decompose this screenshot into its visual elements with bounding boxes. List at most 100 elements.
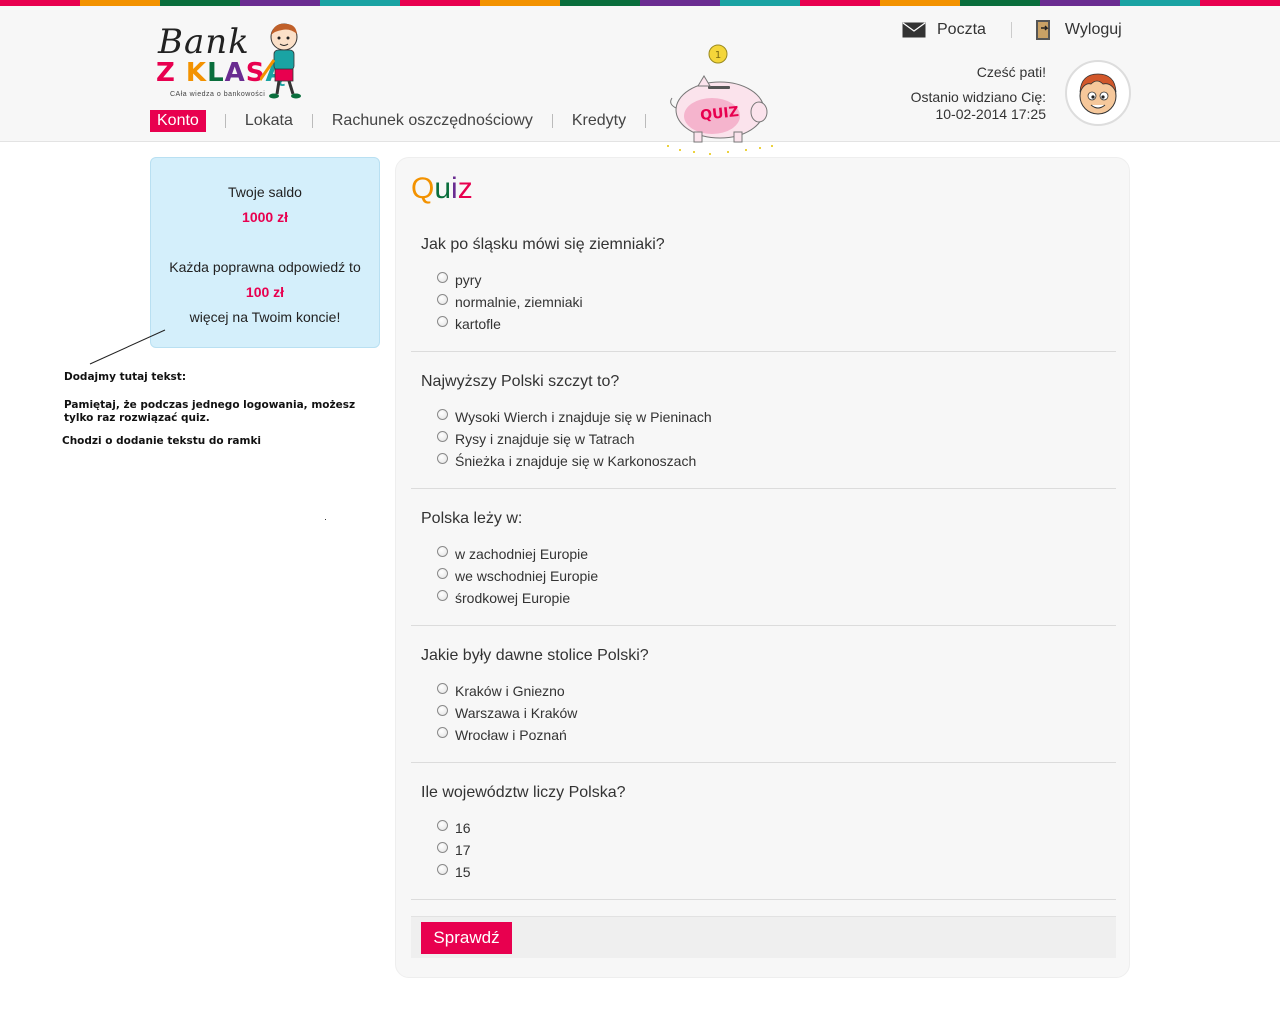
submit-bar: Sprawdź [411,916,1116,958]
nav-separator [645,114,647,128]
top-links: Poczta Wyloguj [902,20,1122,40]
answer-option[interactable]: Rysy i znajduje się w Tatrach [437,430,634,448]
answer-label: Rysy i znajduje się w Tatrach [455,431,635,447]
annotation-line-3: Chodzi o dodanie tekstu do ramki [62,435,262,447]
quiz-title: Quiz [411,172,473,206]
answer-option[interactable]: normalnie, ziemniaki [437,293,583,311]
piggy-bank-quiz-icon[interactable]: 1 QUIZ [660,42,780,158]
door-exit-icon [1035,20,1050,40]
radio-button[interactable] [437,430,448,442]
nav-separator [311,114,313,128]
radio-button[interactable] [437,567,448,579]
top-links-separator [1010,22,1012,38]
radio-button[interactable] [437,841,448,853]
answer-label: środkowej Europie [455,590,571,606]
reward-value: 100 zł [245,284,285,300]
balance-info-box: Twoje saldo 1000 zł Każda poprawna odpow… [150,157,380,348]
logo-bank-text: Bank [158,22,250,62]
nav-item-konto[interactable]: Konto [150,110,206,132]
last-seen-value: 10-02-2014 17:25 [935,106,1046,122]
last-seen-label: Ostanio widziano Cię: [910,89,1046,105]
radio-button[interactable] [437,271,448,283]
logout-link[interactable]: Wyloguj [1034,19,1122,41]
answer-label: Warszawa i Kraków [455,705,578,721]
answer-option[interactable]: 17 [437,841,471,859]
answer-option[interactable]: Wysoki Wierch i znajduje się w Pieninach [437,408,712,426]
answer-option[interactable]: Kraków i Gniezno [437,682,565,700]
annotation-line-1: Dodajmy tutaj tekst: [64,371,187,383]
answer-option[interactable]: Warszawa i Kraków [437,704,577,722]
radio-button[interactable] [437,863,448,875]
nav-item-rachunek[interactable]: Rachunek oszczędnościowy [332,110,533,132]
nav-separator [551,114,553,128]
greeting-text: Cześć pati! [976,64,1046,80]
radio-button[interactable] [437,704,448,716]
answer-option[interactable]: Śnieżka i znajduje się w Karkonoszach [437,452,696,470]
mail-label: Poczta [937,21,986,38]
answer-option[interactable]: pyry [437,271,481,289]
answer-option[interactable]: środkowej Europie [437,589,570,607]
boy-avatar-icon [1079,73,1117,115]
quiz-title-i: i [451,172,458,205]
answer-label: Kraków i Gniezno [455,683,565,699]
answer-option[interactable]: w zachodniej Europie [437,545,588,563]
radio-button[interactable] [437,819,448,831]
radio-button[interactable] [437,315,448,327]
balance-label: Twoje saldo [228,184,302,200]
mail-link[interactable]: Poczta [902,21,986,39]
logo-tagline: CAła wiedza o bankowości [170,91,266,98]
balance-value: 1000 zł [242,209,288,225]
answer-option[interactable]: 16 [437,819,471,837]
logo[interactable]: Bank Z KLASĄ CAła wiedza o bankowości [156,20,308,106]
radio-button[interactable] [437,545,448,557]
radio-button[interactable] [437,726,448,738]
question-text: Jak po śląsku mówi się ziemniaki? [421,236,665,253]
user-greeting: Cześć pati! Ostanio widziano Cię: 10-02-… [911,64,1046,123]
question-4: Jakie były dawne stolice Polski? Kraków … [411,626,1116,763]
main-nav: Konto Lokata Rachunek oszczędnościowy Kr… [150,110,665,132]
radio-button[interactable] [437,682,448,694]
radio-button[interactable] [437,589,448,601]
stray-dot [325,519,326,520]
quiz-title-z: z [457,172,473,205]
boy-mascot-icon [260,23,301,99]
question-5: Ile województw liczy Polska? 16 17 15 [411,763,1116,900]
envelope-icon [902,22,926,38]
logout-label: Wyloguj [1064,21,1122,38]
question-text: Najwyższy Polski szczyt to? [421,373,620,390]
annotation-line-2b: tylko raz rozwiązać quiz. [64,412,210,424]
answer-label: Wysoki Wierch i znajduje się w Pieninach [455,409,712,425]
answer-option[interactable]: we wschodniej Europie [437,567,598,585]
answer-label: normalnie, ziemniaki [455,294,583,310]
quiz-title-u: u [434,172,452,205]
answer-option[interactable]: Wrocław i Poznań [437,726,567,744]
answer-option[interactable]: 15 [437,863,471,881]
question-text: Jakie były dawne stolice Polski? [421,647,649,664]
answer-label: Wrocław i Poznań [455,727,567,743]
question-2: Najwyższy Polski szczyt to? Wysoki Wierc… [411,352,1116,489]
annotation-pointer-line [89,329,166,365]
question-text: Polska leży w: [421,510,523,527]
reward-label: Każda poprawna odpowiedź to [169,259,361,275]
answer-option[interactable]: kartofle [437,315,501,333]
check-answers-button[interactable]: Sprawdź [421,922,512,954]
quiz-title-q: Q [411,172,435,205]
nav-item-kredyty[interactable]: Kredyty [572,110,626,132]
answer-label: w zachodniej Europie [455,546,589,562]
answer-label: 16 [455,820,471,836]
answer-label: 17 [455,842,471,858]
quiz-panel: Quiz Jak po śląsku mówi się ziemniaki? p… [395,157,1130,978]
radio-button[interactable] [437,293,448,305]
radio-button[interactable] [437,408,448,420]
question-text: Ile województw liczy Polska? [421,784,626,801]
reward-suffix: więcej na Twoim koncie! [189,309,341,325]
avatar[interactable] [1065,60,1131,126]
question-3: Polska leży w: w zachodniej Europie we w… [411,489,1116,626]
nav-item-lokata[interactable]: Lokata [245,110,293,132]
annotation-line-2a: Pamiętaj, że podczas jednego logowania, … [64,399,356,411]
radio-button[interactable] [437,452,448,464]
answer-label: Śnieżka i znajduje się w Karkonoszach [455,453,697,469]
header: Bank Z KLASĄ CAła wiedza o bankowości Ko… [0,6,1280,155]
answer-label: kartofle [455,316,501,332]
nav-separator [224,114,226,128]
